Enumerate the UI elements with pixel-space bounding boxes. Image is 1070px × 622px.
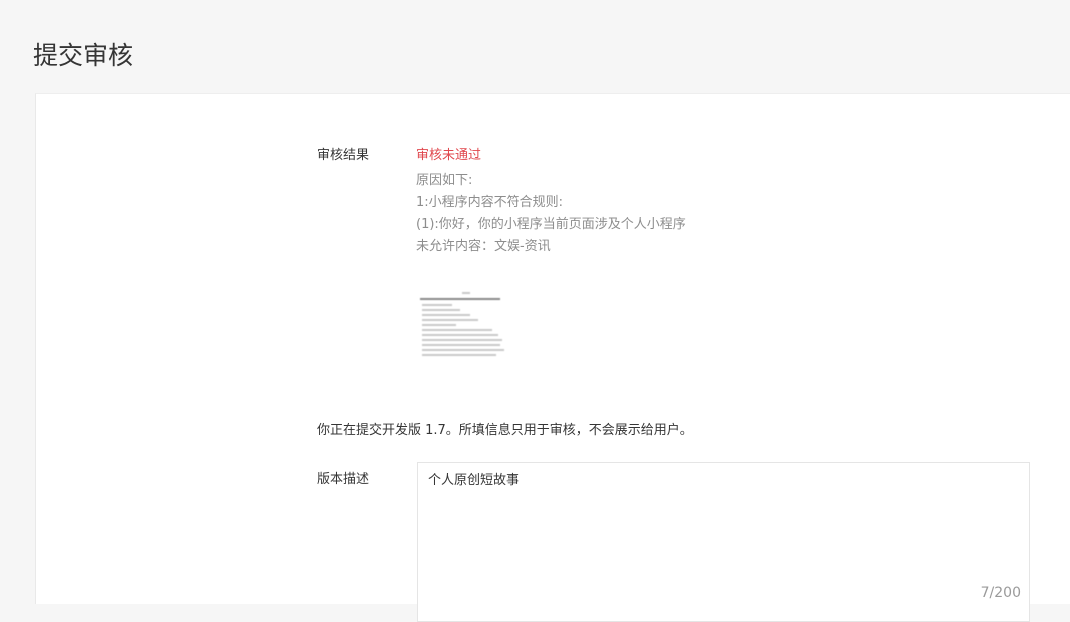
version-description-value: 个人原创短故事: [428, 473, 520, 488]
review-status: 审核未通过: [416, 148, 482, 163]
review-result-label: 审核结果: [317, 148, 370, 163]
page-title: 提交审核: [33, 41, 134, 70]
character-counter: 7/200: [980, 585, 1021, 601]
version-description-textarea[interactable]: 个人原创短故事 7/200: [417, 462, 1030, 622]
version-description-label: 版本描述: [317, 472, 370, 487]
screenshot-thumbnail[interactable]: [418, 288, 510, 360]
reason-line: 未允许内容：文娱-资讯: [416, 239, 551, 254]
reason-line: 1:小程序内容不符合规则:: [416, 195, 564, 210]
submit-notice: 你正在提交开发版 1.7。所填信息只用于审核，不会展示给用户。: [317, 423, 693, 438]
reason-line: (1):你好，你的小程序当前页面涉及个人小程序: [416, 217, 686, 232]
reason-line: 原因如下:: [416, 173, 473, 188]
